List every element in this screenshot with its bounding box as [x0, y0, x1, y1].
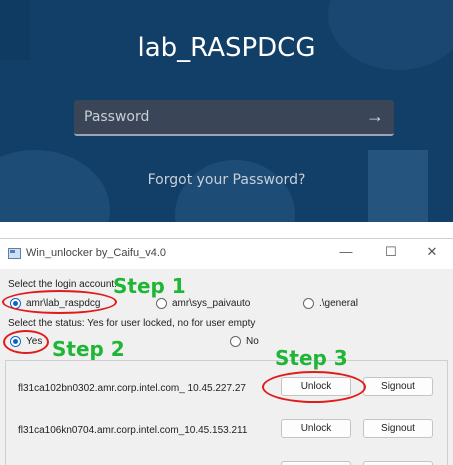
host-name: fl31ca102bn0302.amr.corp.intel.com_ 10.4… [18, 383, 246, 394]
password-input[interactable] [74, 100, 354, 134]
step-1-annotation: Step 1 [113, 274, 186, 298]
step-2-highlight [3, 330, 49, 354]
unlock-button-partial[interactable] [281, 461, 351, 465]
signout-button[interactable]: Signout [363, 419, 433, 438]
login-username: lab_RASPDCG [137, 33, 316, 63]
step-1-highlight [2, 290, 117, 314]
maximize-button[interactable]: ☐ [381, 244, 401, 260]
account-option-label[interactable]: amr\sys_paivauto [172, 298, 250, 309]
step-3-highlight [262, 371, 366, 403]
unlock-button[interactable]: Unlock [281, 419, 351, 438]
app-window-icon [8, 248, 21, 259]
title-bar: Win_unlocker by_Caifu_v4.0 — ☐ ✕ [0, 239, 453, 269]
arrow-right-icon[interactable]: → [366, 106, 384, 127]
unlocker-window: Win_unlocker by_Caifu_v4.0 — ☐ ✕ Select … [0, 238, 453, 465]
forgot-password-link[interactable]: Forgot your Password? [0, 172, 453, 188]
step-2-annotation: Step 2 [52, 337, 125, 361]
status-radio-no[interactable] [230, 336, 241, 347]
background-shape [175, 160, 295, 222]
close-button[interactable]: ✕ [422, 244, 442, 260]
status-option-no[interactable]: No [246, 336, 259, 347]
login-screen: lab_RASPDCG → Forgot your Password? [0, 0, 453, 222]
host-name: fl31ca106kn0704.amr.corp.intel.com_10.45… [18, 425, 248, 436]
signout-button-partial[interactable] [363, 461, 433, 465]
account-option-label[interactable]: .\general [319, 298, 358, 309]
minimize-button[interactable]: — [336, 244, 356, 259]
status-label: Select the status: Yes for user locked, … [8, 318, 256, 329]
account-label: Select the login account: [8, 279, 117, 290]
signout-button[interactable]: Signout [363, 377, 433, 396]
window-title: Win_unlocker by_Caifu_v4.0 [26, 247, 167, 259]
host-list [5, 360, 448, 465]
account-radio-sys-paivauto[interactable] [156, 298, 167, 309]
step-3-annotation: Step 3 [275, 346, 348, 370]
account-radio-general[interactable] [303, 298, 314, 309]
password-field[interactable]: → [74, 100, 394, 136]
